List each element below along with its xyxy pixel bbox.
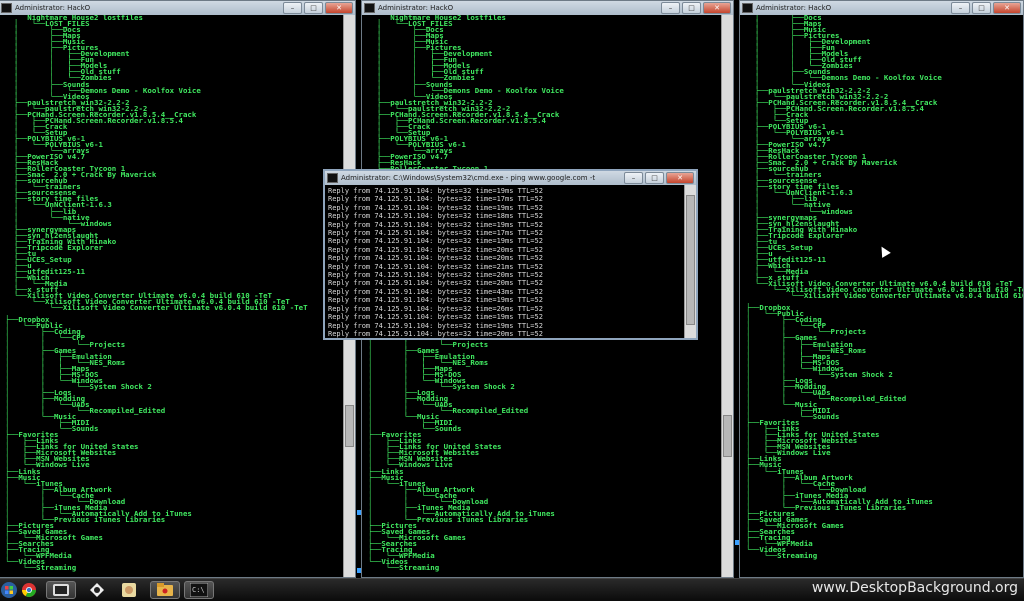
tree-output-right: │ ├──Docs │ ├──Maps │ ├──Music │ ├──Pict… bbox=[746, 15, 1023, 577]
titlebar-right[interactable]: Administrator: HackO – □ ✕ bbox=[740, 1, 1023, 15]
ping-reply-line: Reply from 74.125.91.104: bytes=32 time=… bbox=[328, 245, 543, 254]
maximize-button[interactable]: □ bbox=[304, 2, 323, 14]
tree-line: └──Streaming bbox=[746, 551, 818, 561]
window-title: Administrator: HackO bbox=[378, 4, 454, 12]
maximize-button[interactable]: □ bbox=[972, 2, 991, 14]
ping-reply-line: Reply from 74.125.91.104: bytes=32 time=… bbox=[328, 313, 543, 322]
window-title: Administrator: C:\Windows\System32\cmd.e… bbox=[341, 174, 596, 182]
window-title: Administrator: HackO bbox=[756, 4, 832, 12]
ping-reply-line: Reply from 74.125.91.104: bytes=32 time=… bbox=[328, 237, 543, 246]
terminal-icon: C:\ bbox=[190, 583, 208, 597]
close-button[interactable]: ✕ bbox=[325, 2, 353, 14]
taskbar-app[interactable] bbox=[114, 581, 144, 599]
cmd-icon bbox=[742, 3, 753, 13]
game-icon bbox=[90, 583, 104, 597]
tree-line: └──Streaming bbox=[5, 563, 77, 573]
ping-reply-line: Reply from 74.125.91.104: bytes=32 time=… bbox=[328, 271, 543, 280]
ping-reply-line: Reply from 74.125.91.104: bytes=32 time=… bbox=[328, 329, 543, 338]
chrome-icon bbox=[22, 583, 36, 597]
minimize-button[interactable]: – bbox=[951, 2, 970, 14]
taskbar-game[interactable] bbox=[82, 581, 112, 599]
folder-icon bbox=[157, 583, 173, 596]
titlebar-left[interactable]: Administrator: HackO – □ ✕ bbox=[0, 1, 355, 15]
ping-reply-line: Reply from 74.125.91.104: bytes=32 time=… bbox=[328, 254, 543, 263]
cmd-window-right[interactable]: Administrator: HackO – □ ✕ │ ├──Docs │ ├… bbox=[739, 0, 1024, 578]
close-button[interactable]: ✕ bbox=[703, 2, 731, 14]
ping-reply-line: Reply from 74.125.91.104: bytes=32 time=… bbox=[328, 203, 543, 212]
scrollbar-middle[interactable] bbox=[721, 15, 733, 577]
ping-reply-line: Reply from 74.125.91.104: bytes=32 time=… bbox=[328, 304, 543, 313]
steam-icon bbox=[53, 584, 69, 596]
ping-reply-line: Reply from 74.125.91.104: bytes=32 time=… bbox=[328, 287, 543, 296]
ping-reply-line: Reply from 74.125.91.104: bytes=32 time=… bbox=[328, 187, 543, 195]
cmd-icon bbox=[364, 3, 375, 13]
ping-cmd-window[interactable]: Administrator: C:\Windows\System32\cmd.e… bbox=[323, 169, 698, 340]
minimize-button[interactable]: – bbox=[624, 172, 643, 184]
ping-reply-line: Reply from 74.125.91.104: bytes=32 time=… bbox=[328, 220, 543, 229]
taskbar-cmd[interactable]: C:\ bbox=[184, 581, 214, 599]
cmd-icon bbox=[1, 3, 12, 13]
minimize-button[interactable]: – bbox=[661, 2, 680, 14]
titlebar-ping[interactable]: Administrator: C:\Windows\System32\cmd.e… bbox=[325, 171, 696, 185]
ping-reply-line: Reply from 74.125.91.104: bytes=32 time=… bbox=[328, 279, 543, 288]
resize-marker bbox=[357, 568, 361, 573]
watermark: www.DesktopBackground.org bbox=[811, 580, 1018, 596]
close-button[interactable]: ✕ bbox=[666, 172, 694, 184]
tree-line: └──Xilisoft Video Converter Ultimate v6.… bbox=[746, 291, 1023, 301]
tree-line: └──Xilisoft Video Converter Ultimate v6.… bbox=[5, 303, 308, 313]
taskbar-steam[interactable] bbox=[46, 581, 76, 599]
taskbar-explorer[interactable] bbox=[150, 581, 180, 599]
titlebar-middle[interactable]: Administrator: HackO – □ ✕ bbox=[362, 1, 733, 15]
window-title: Administrator: HackO bbox=[15, 4, 91, 12]
app-icon bbox=[122, 583, 136, 597]
svg-text:C:\: C:\ bbox=[192, 586, 205, 594]
taskbar-chrome[interactable] bbox=[14, 581, 44, 599]
ping-output: Reply from 74.125.91.104: bytes=32 time=… bbox=[325, 187, 684, 338]
ping-reply-line: Reply from 74.125.91.104: bytes=32 time=… bbox=[328, 321, 543, 330]
resize-marker bbox=[357, 510, 361, 515]
maximize-button[interactable]: □ bbox=[645, 172, 664, 184]
minimize-button[interactable]: – bbox=[283, 2, 302, 14]
ping-reply-line: Reply from 74.125.91.104: bytes=32 time=… bbox=[328, 296, 543, 305]
cmd-window-left[interactable]: Administrator: HackO – □ ✕ Nightmare Hou… bbox=[0, 0, 356, 578]
close-button[interactable]: ✕ bbox=[993, 2, 1021, 14]
tree-output-left: Nightmare House2 lostfiles │ └──LOST_FIL… bbox=[5, 15, 343, 577]
resize-marker bbox=[735, 540, 739, 545]
scrollbar-ping[interactable] bbox=[684, 185, 696, 338]
ping-reply-line: Reply from 74.125.91.104: bytes=32 time=… bbox=[328, 262, 543, 271]
cmd-icon bbox=[327, 173, 338, 183]
tree-line: └──Streaming bbox=[368, 563, 440, 573]
ping-reply-line: Reply from 74.125.91.104: bytes=32 time=… bbox=[328, 195, 543, 204]
ping-reply-line: Reply from 74.125.91.104: bytes=32 time=… bbox=[328, 229, 543, 238]
maximize-button[interactable]: □ bbox=[682, 2, 701, 14]
ping-reply-line: Reply from 74.125.91.104: bytes=32 time=… bbox=[328, 212, 543, 221]
